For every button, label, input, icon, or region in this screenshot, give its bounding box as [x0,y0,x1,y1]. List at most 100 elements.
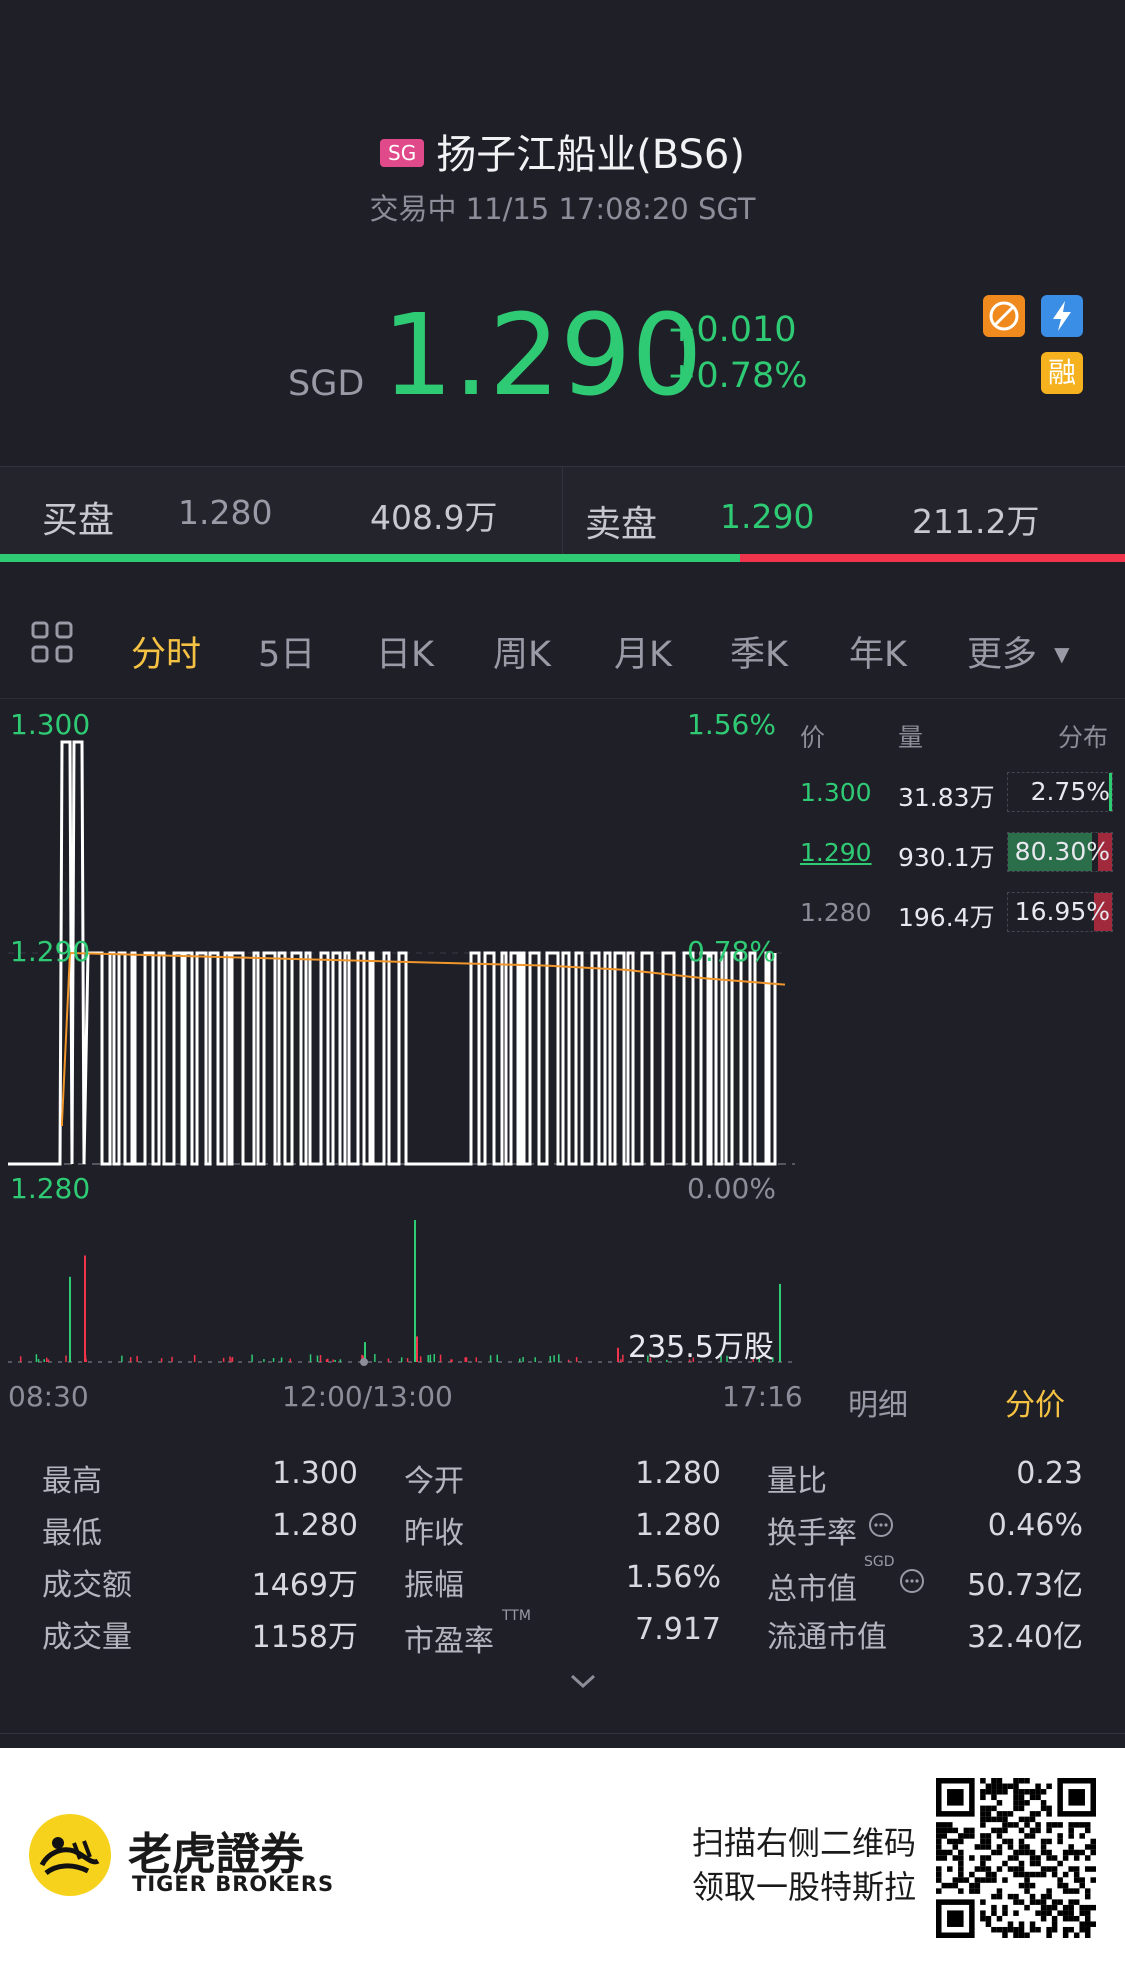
stat-label: 总市值 [767,1572,857,1607]
dist-row-pct: 2.75% [1030,777,1110,806]
dist-row-price: 1.300 [800,778,872,807]
ask-label: 卖盘 [585,504,658,545]
stat-value: 1.280 [272,1508,358,1543]
chevron-down-icon: ▼ [1054,642,1070,666]
stat-label: 流通市值 [767,1620,887,1655]
stat-label: 成交额 [42,1568,132,1603]
stat-label: 今开 [404,1464,464,1499]
time-label-midday: 12:00/13:00 [282,1380,453,1413]
dist-row-price-current: 1.290 [800,838,872,867]
more-info-icon[interactable] [868,1512,894,1538]
tab-yearly-k[interactable]: 年K [849,626,907,677]
y-axis-label-low: 1.280 [10,1172,91,1205]
change-amount: +0.010 [667,310,797,350]
stat-label: 成交量 [42,1620,132,1655]
pct-axis-label-high: 1.56% [687,708,776,741]
tab-intraday[interactable]: 分时 [131,626,201,677]
expand-chevron-icon[interactable] [568,1672,598,1696]
dist-row-volume: 196.4万 [898,903,995,932]
bid-price: 1.280 [178,493,273,532]
pct-axis-label-mid: 0.78% [687,935,776,968]
promo-line-1: 扫描右侧二维码 [692,1824,917,1862]
last-price: 1.290 [382,291,703,421]
y-axis-label-high: 1.300 [10,708,91,741]
stat-value: 1.300 [272,1456,358,1491]
lightning-icon[interactable] [1041,295,1083,337]
time-label-open: 08:30 [8,1380,89,1413]
ask-price: 1.290 [720,497,815,536]
stat-label: 振幅 [404,1568,464,1603]
stat-value: 7.917 [635,1612,721,1647]
tab-price-distribution[interactable]: 分价 [1005,1380,1065,1424]
footer-divider [0,1733,1125,1734]
tab-daily-k[interactable]: 日K [376,626,434,677]
ttm-superscript: TTM [502,1608,531,1624]
bid-depth-bar [0,554,740,562]
tiger-brokers-logo [28,1813,112,1897]
intraday-chart[interactable] [0,700,800,1370]
dist-row-bar-frame: 2.75% [1007,772,1113,812]
ask-volume: 211.2万 [912,502,1040,541]
dist-row-pct: 16.95% [1014,897,1110,926]
bid-volume: 408.9万 [370,498,498,537]
dist-row-bar-frame: 16.95% [1007,892,1113,932]
stat-value: 1.56% [625,1560,721,1595]
currency-superscript: SGD [864,1554,895,1570]
margin-icon[interactable]: 融 [1041,352,1083,394]
dist-row-price: 1.280 [800,898,872,927]
promo-footer: 老虎證券 TIGER BROKERS 扫描右侧二维码 领取一股特斯拉 [0,1748,1125,1968]
tab-trade-detail[interactable]: 明细 [848,1380,908,1424]
stat-value: 1158万 [251,1620,358,1655]
stat-label: 最高 [42,1464,102,1499]
grid-menu-icon[interactable] [30,620,74,673]
dist-row-volume: 31.83万 [898,783,995,812]
tab-monthly-k[interactable]: 月K [614,626,672,677]
order-book: 买盘 1.280 408.9万 卖盘 1.290 211.2万 [0,466,1125,559]
ask-depth-bar [740,554,1125,562]
order-book-divider [562,467,563,559]
volume-label: 235.5万股 [628,1330,774,1365]
stat-value: 1.280 [635,1508,721,1543]
dist-header-distribution: 分布 [1058,723,1109,752]
change-percent: +0.78% [667,355,808,396]
currency-label: SGD [288,364,365,404]
stat-value: 0.46% [987,1508,1083,1543]
price-change: +0.010 +0.78% [667,308,808,399]
no-shorting-icon[interactable] [983,295,1025,337]
stat-label: 市盈率 [404,1624,494,1659]
stat-label: 昨收 [404,1516,464,1551]
tab-more-label: 更多 [967,635,1038,675]
dist-header-price: 价 [800,723,826,752]
dist-row-volume: 930.1万 [898,843,995,872]
stat-label: 最低 [42,1516,102,1551]
stat-value: 1469万 [251,1568,358,1603]
bid-label: 买盘 [42,500,115,541]
dist-header-volume: 量 [898,723,924,752]
stat-value: 1.280 [635,1456,721,1491]
stat-label: 换手率 [767,1516,857,1551]
stock-title: SG 扬子江船业(BS6) [0,122,1125,180]
dist-row-bar-frame: 80.30% [1007,832,1113,872]
dist-row-pct: 80.30% [1014,837,1110,866]
stat-value: 0.23 [1016,1456,1083,1491]
tab-quarterly-k[interactable]: 季K [730,626,788,677]
stat-value: 50.73亿 [967,1568,1083,1603]
pct-axis-label-low: 0.00% [687,1172,776,1205]
tabs-divider [0,698,1125,699]
market-badge: SG [380,139,425,167]
time-label-close: 17:16 [722,1380,803,1413]
average-price-line [61,951,786,1127]
trading-status: 交易中 11/15 17:08:20 SGT [369,192,756,226]
brand-name-en: TIGER BROKERS [132,1872,335,1896]
tab-more[interactable]: 更多 ▼ [967,626,1070,677]
tab-5day[interactable]: 5日 [258,626,315,677]
qr-code[interactable] [936,1778,1096,1938]
tab-weekly-k[interactable]: 周K [493,626,551,677]
stat-label: 量比 [767,1464,827,1499]
y-axis-label-mid: 1.290 [10,935,91,968]
stock-name: 扬子江船业(BS6) [436,132,745,178]
promo-line-2: 领取一股特斯拉 [692,1868,917,1906]
price-distribution-panel: 价 量 分布 1.300 31.83万 2.75% 1.290 930.1万 8… [800,700,1125,1423]
more-info-icon[interactable] [899,1568,925,1594]
midday-marker [360,1358,368,1366]
